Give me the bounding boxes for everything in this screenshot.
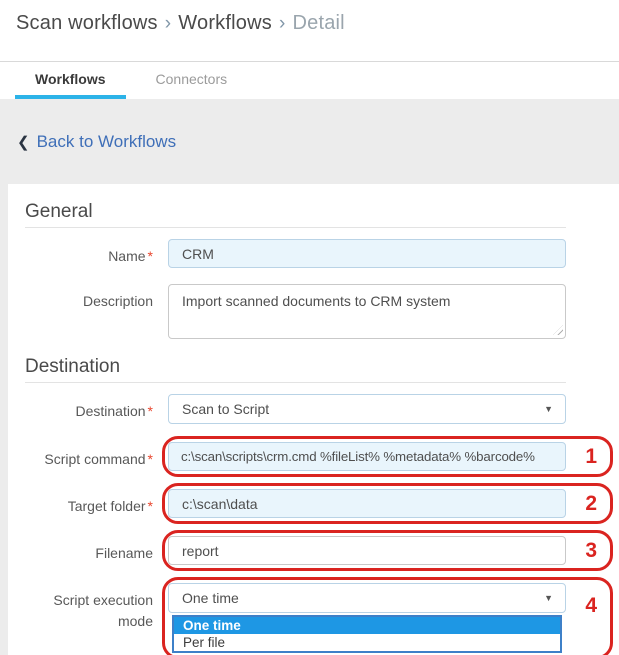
back-link-label: Back to Workflows	[37, 132, 177, 151]
script-execution-mode-select[interactable]: One time ▼	[168, 583, 566, 613]
destination-label: Destination	[76, 403, 146, 419]
page-content: ❮Back to Workflows General Name* Descrip…	[0, 99, 619, 655]
target-folder-input[interactable]	[168, 489, 566, 518]
breadcrumb-item-scan-workflows[interactable]: Scan workflows	[16, 12, 158, 34]
section-title-destination: Destination	[25, 355, 619, 379]
annotation-number-2: 2	[585, 492, 597, 516]
filename-input[interactable]	[168, 536, 566, 565]
destination-select[interactable]: Scan to Script ▼	[168, 394, 566, 424]
dropdown-arrow-icon: ▼	[544, 404, 553, 414]
required-marker: *	[148, 403, 153, 419]
destination-select-value: Scan to Script	[182, 401, 269, 417]
dropdown-arrow-icon: ▼	[544, 593, 553, 603]
tab-connectors[interactable]: Connectors	[136, 62, 248, 99]
annotation-box-4: One time ▼ One time Per file 4	[162, 577, 613, 655]
script-command-input[interactable]	[168, 442, 566, 471]
back-to-workflows-link[interactable]: ❮ Back to Workflows	[17, 132, 176, 151]
page-header: Scan workflows › Workflows › Detail	[0, 0, 619, 62]
dropdown-option-per-file[interactable]: Per file	[174, 634, 560, 651]
required-marker: *	[148, 248, 153, 264]
breadcrumb-separator: ›	[279, 13, 286, 34]
script-execution-mode-dropdown-list: One time Per file	[172, 615, 562, 653]
section-title-general: General	[25, 200, 619, 224]
filename-label: Filename	[95, 545, 153, 561]
tab-bar: Workflows Connectors	[0, 62, 619, 99]
form-row-description: Description Import scanned documents to …	[25, 284, 619, 339]
breadcrumb-item-detail: Detail	[292, 12, 344, 34]
form-row-destination: Destination* Scan to Script ▼	[25, 394, 619, 424]
annotation-number-3: 3	[585, 539, 597, 563]
annotation-box-2: 2	[162, 483, 613, 524]
name-input[interactable]	[168, 239, 566, 268]
chevron-left-icon: ❮	[17, 134, 30, 151]
workflow-detail-form: General Name* Description Import scanned…	[8, 184, 619, 655]
annotation-box-3: 3	[162, 530, 613, 571]
annotation-number-1: 1	[585, 445, 597, 469]
description-textarea[interactable]: Import scanned documents to CRM system	[168, 284, 566, 339]
name-label: Name	[108, 248, 145, 264]
required-marker: *	[148, 451, 153, 467]
breadcrumb-item-workflows[interactable]: Workflows	[178, 12, 272, 34]
form-row-name: Name*	[25, 239, 619, 268]
required-marker: *	[148, 498, 153, 514]
target-folder-label: Target folder	[68, 498, 146, 514]
tab-workflows[interactable]: Workflows	[15, 62, 126, 99]
script-command-label: Script command	[44, 451, 145, 467]
section-divider	[25, 382, 566, 383]
dropdown-option-one-time[interactable]: One time	[174, 617, 560, 634]
script-execution-mode-value: One time	[182, 590, 239, 606]
annotation-number-4: 4	[585, 594, 597, 618]
form-row-target-folder: Target folder* 2	[25, 483, 619, 524]
form-row-script-execution-mode: Script execution mode One time ▼ One tim…	[25, 577, 619, 655]
form-row-script-command: Script command* 1	[25, 436, 619, 477]
description-label: Description	[83, 293, 153, 309]
script-execution-mode-label: Script execution mode	[53, 592, 153, 629]
annotation-box-1: 1	[162, 436, 613, 477]
section-divider	[25, 227, 566, 228]
breadcrumb-separator: ›	[165, 13, 172, 34]
form-row-filename: Filename 3	[25, 530, 619, 571]
breadcrumb: Scan workflows › Workflows › Detail	[16, 12, 619, 35]
